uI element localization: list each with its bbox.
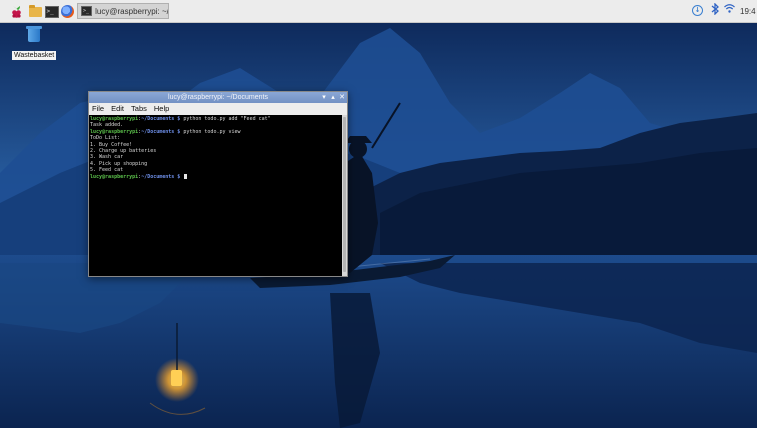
wastebasket-desktop-icon[interactable]: Wastebasket (12, 26, 57, 61)
close-button[interactable]: ✕ (338, 93, 346, 102)
updates-icon[interactable]: ↓ (692, 5, 703, 16)
minimize-button[interactable]: ▾ (320, 93, 328, 102)
bluetooth-icon[interactable] (711, 2, 719, 19)
menu-bar: File Edit Tabs Help (89, 103, 347, 115)
maximize-button[interactable]: ▴ (329, 93, 337, 102)
menu-file[interactable]: File (92, 103, 104, 115)
top-panel: >_ >_ lucy@raspberrypi: ~/... ↓ 19:4 (0, 0, 757, 23)
terminal-output[interactable]: lucy@raspberrypi:~/Documents $ python to… (89, 115, 342, 276)
wastebasket-label: Wastebasket (12, 51, 57, 60)
web-browser-icon[interactable] (60, 4, 75, 19)
window-title-bar[interactable]: lucy@raspberrypi: ~/Documents ▾ ▴ ✕ (89, 92, 347, 103)
taskbar-window-label: lucy@raspberrypi: ~/... (95, 6, 168, 16)
terminal-icon: >_ (81, 6, 93, 16)
scrollbar-thumb[interactable] (343, 117, 346, 272)
terminal-prompt-line: lucy@raspberrypi:~/Documents $ (90, 173, 342, 180)
menu-edit[interactable]: Edit (111, 103, 124, 115)
terminal-icon[interactable]: >_ (44, 4, 59, 19)
taskbar-window-button[interactable]: >_ lucy@raspberrypi: ~/... (77, 3, 169, 19)
menu-help[interactable]: Help (154, 103, 169, 115)
folder-icon[interactable] (28, 4, 43, 19)
text-cursor (184, 173, 188, 179)
window-title: lucy@raspberrypi: ~/Documents (168, 94, 268, 101)
terminal-window[interactable]: lucy@raspberrypi: ~/Documents ▾ ▴ ✕ File… (88, 91, 348, 277)
raspberry-menu-icon[interactable] (9, 4, 24, 19)
trash-icon (26, 26, 42, 42)
clock[interactable]: 19:4 (740, 0, 757, 23)
scrollbar[interactable] (342, 115, 347, 276)
wifi-icon[interactable] (724, 3, 735, 19)
menu-tabs[interactable]: Tabs (131, 103, 147, 115)
